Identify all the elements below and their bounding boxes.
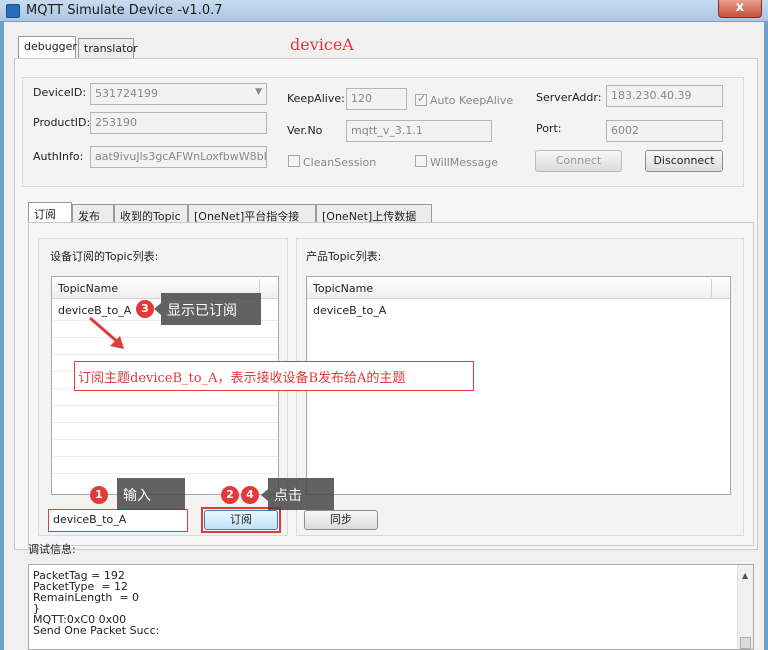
step-badge-2: 2 (221, 486, 239, 504)
connect-button[interactable]: Connect (535, 150, 622, 172)
window-client: debugger translator deviceA DeviceID: 53… (4, 22, 764, 650)
subscribe-button-highlight (201, 507, 281, 533)
callout-click: 点击 (268, 478, 334, 510)
sync-button[interactable]: 同步 (304, 510, 378, 530)
product-topic-name-column-header[interactable]: TopicName (307, 277, 730, 299)
product-id-label: ProductID: (33, 116, 91, 129)
auto-keepalive-checkbox[interactable] (415, 92, 427, 106)
port-label: Port: (536, 122, 562, 135)
port-field[interactable]: 6002 (606, 120, 723, 142)
title-bar: MQTT Simulate Device -v1.0.7 x (0, 0, 768, 22)
device-title: deviceA (290, 35, 354, 54)
clean-session-checkbox[interactable] (288, 155, 300, 167)
arrow-icon (89, 316, 124, 349)
debug-console[interactable]: PacketTag = 192 PacketType = 12 RemainLe… (28, 564, 754, 650)
version-label: Ver.No (287, 124, 323, 137)
product-topic-name-cell: deviceB_to_A (313, 304, 387, 317)
server-addr-label: ServerAddr: (536, 91, 602, 104)
table-row[interactable]: deviceB_to_A (307, 299, 730, 321)
keepalive-field[interactable]: 120 (346, 88, 407, 110)
table-row-empty (52, 338, 278, 355)
product-topic-name-header-label: TopicName (313, 282, 374, 295)
chevron-down-icon: ▼ (255, 87, 262, 97)
column-separator (711, 279, 712, 297)
window-title: MQTT Simulate Device -v1.0.7 (26, 3, 223, 18)
product-topics-title: 产品Topic列表: (306, 250, 382, 263)
tab-debugger[interactable]: debugger (18, 36, 77, 58)
scroll-up-icon[interactable]: ▲ (742, 570, 748, 581)
table-row-empty (52, 406, 278, 423)
tab-received-topic[interactable]: 收到的Topic (114, 204, 188, 224)
console-line: PacketTag = 192 (33, 569, 125, 582)
console-scrollbar[interactable]: ▲ (737, 565, 753, 649)
step-badge-4: 4 (241, 486, 259, 504)
console-line: } (33, 602, 40, 615)
tab-subscribe[interactable]: 订阅 (28, 202, 72, 224)
topic-name-header-label: TopicName (58, 282, 119, 295)
callout-pointer (261, 489, 268, 501)
keepalive-label: KeepAlive: (287, 92, 345, 105)
clean-session-label: CleanSession (303, 156, 377, 169)
will-message-label: WillMessage (430, 156, 499, 169)
device-id-value: 531724199 (95, 87, 158, 100)
topic-input[interactable]: deviceB_to_A (48, 509, 188, 532)
debug-info-label: 调试信息: (28, 543, 76, 556)
auth-info-label: AuthInfo: (33, 150, 84, 163)
tab-translator[interactable]: translator (78, 38, 138, 58)
will-message-checkbox[interactable] (415, 155, 427, 167)
auto-keepalive-label: Auto KeepAlive (430, 94, 514, 107)
console-line: RemainLength = 0 (33, 591, 140, 604)
annotation-note: 订阅主题deviceB_to_A，表示接收设备B发布给A的主题 (74, 361, 474, 391)
scroll-thumb[interactable] (740, 637, 751, 649)
table-row-empty (52, 440, 278, 457)
tab-publish[interactable]: 发布 (72, 204, 114, 224)
auth-info-field[interactable]: aat9ivuJls3gcAFWnLoxfbwW8bI= (90, 146, 267, 168)
app-icon (6, 4, 20, 18)
close-button[interactable]: x (718, 0, 762, 18)
product-id-field[interactable]: 253190 (90, 112, 267, 134)
subscribed-topics-title: 设备订阅的Topic列表: (50, 250, 159, 263)
step-badge-1: 1 (90, 486, 108, 504)
table-row-empty (52, 457, 278, 474)
disconnect-button[interactable]: Disconnect (645, 150, 723, 172)
step-badge-3: 3 (136, 300, 154, 318)
table-row-empty (52, 389, 278, 406)
device-id-label: DeviceID: (33, 86, 87, 99)
version-field[interactable]: mqtt_v_3.1.1 (346, 120, 492, 142)
table-row-empty (52, 423, 278, 440)
server-addr-field[interactable]: 183.230.40.39 (606, 85, 723, 107)
callout-shown-subscribed: 显示已订阅 (161, 293, 261, 325)
tab-onenet-command[interactable]: [OneNet]平台指令接收 (188, 204, 316, 239)
tab-onenet-datapoint[interactable]: [OneNet]上传数据点 (316, 204, 432, 239)
callout-pointer (154, 303, 161, 315)
console-line: Send One Packet Succ: (33, 624, 160, 637)
callout-input: 输入 (117, 478, 185, 510)
device-id-select[interactable]: 531724199 ▼ (90, 83, 267, 105)
